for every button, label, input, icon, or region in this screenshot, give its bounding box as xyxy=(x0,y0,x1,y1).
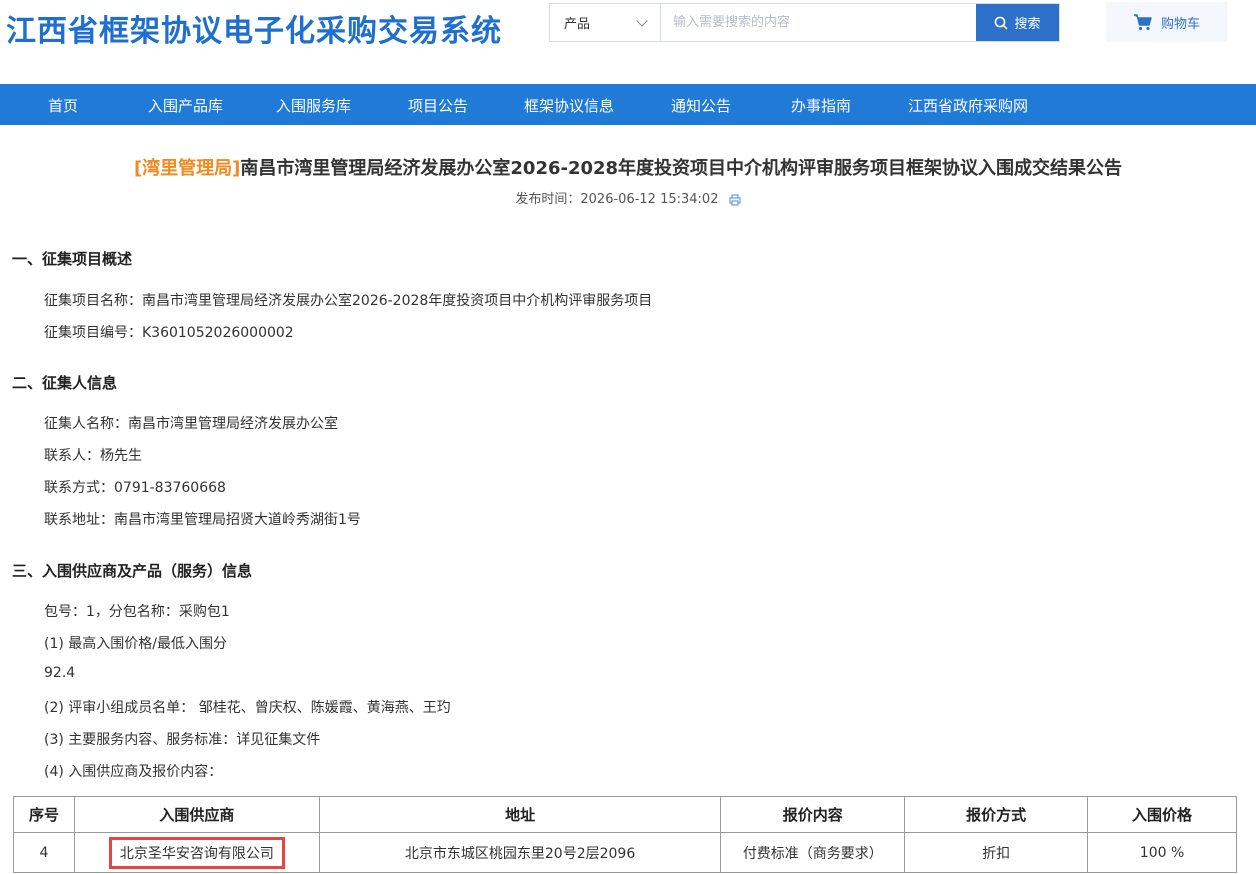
contact-phone-line: 联系方式：0791-83760668 xyxy=(44,480,226,496)
cell-price: 100 % xyxy=(1087,832,1237,873)
table-header-row: 序号 入围供应商 地址 报价内容 报价方式 入围价格 xyxy=(13,796,1237,833)
publish-time-value: 2026-06-12 15:34:02 xyxy=(580,192,719,207)
cell-quote-method: 折扣 xyxy=(904,832,1089,873)
cell-supplier: 北京圣华安咨询有限公司 xyxy=(73,832,320,873)
cart-label: 购物车 xyxy=(1160,16,1200,32)
section-heading-overview: 一、征集项目概述 xyxy=(12,250,133,268)
nav-item-gov-procurement[interactable]: 江西省政府采购网 xyxy=(908,95,1028,116)
search-type-value: 产品 xyxy=(564,17,591,32)
publish-time: 发布时间：2026-06-12 15:34:02 xyxy=(0,188,1256,207)
contact-address-line: 联系地址：南昌市湾里管理局招贤大道岭秀湖街1号 xyxy=(44,512,361,528)
search-type-select[interactable]: 产品 xyxy=(550,4,661,41)
col-header-quote-method: 报价方式 xyxy=(904,796,1089,833)
nav-item-framework-info[interactable]: 框架协议信息 xyxy=(524,95,614,116)
col-header-price: 入围价格 xyxy=(1087,796,1237,833)
min-score-value-line: 92.4 xyxy=(44,665,76,681)
service-content-line: (3) 主要服务内容、服务标准：详见征集文件 xyxy=(44,732,321,748)
print-icon[interactable] xyxy=(729,194,741,206)
nav-item-home[interactable]: 首页 xyxy=(48,95,78,116)
nav-item-project-notices[interactable]: 项目公告 xyxy=(408,95,468,116)
cart-icon xyxy=(1133,14,1152,31)
page-title: [湾里管理局]南昌市湾里管理局经济发展办公室2026-2028年度投资项目中介机… xyxy=(0,154,1256,180)
site-title[interactable]: 江西省框架协议电子化采购交易系统 xyxy=(6,6,502,50)
supplier-quote-intro-line: (4) 入围供应商及报价内容： xyxy=(44,764,223,780)
search-button-label: 搜索 xyxy=(1014,17,1041,32)
project-code-line: 征集项目编号：K3601052026000002 xyxy=(44,325,294,341)
search-icon xyxy=(995,16,1009,30)
section-heading-suppliers: 三、入围供应商及产品（服务）信息 xyxy=(12,562,253,580)
cell-index: 4 xyxy=(13,832,75,873)
project-name-line: 征集项目名称：南昌市湾里管理局经济发展办公室2026-2028年度投资项目中介机… xyxy=(44,293,653,309)
col-header-supplier: 入围供应商 xyxy=(73,796,320,833)
supplier-table: 序号 入围供应商 地址 报价内容 报价方式 入围价格 4 北京圣华安咨询有限公司… xyxy=(13,796,1237,873)
search-button[interactable]: 搜索 xyxy=(976,4,1059,41)
cell-quote-content: 付费标准（商务要求） xyxy=(720,832,906,873)
search-input[interactable] xyxy=(661,4,976,41)
publish-time-label: 发布时间： xyxy=(515,192,581,207)
chevron-down-icon xyxy=(636,14,648,27)
title-tag: [湾里管理局] xyxy=(133,158,241,179)
package-line: 包号：1，分包名称：采购包1 xyxy=(44,604,230,620)
review-panel-line: (2) 评审小组成员名单： 邹桂花、曾庆权、陈媛霞、黄海燕、王玓 xyxy=(44,700,451,716)
cart-button[interactable]: 购物车 xyxy=(1106,2,1227,42)
col-header-quote-content: 报价内容 xyxy=(720,796,906,833)
table-row: 4 北京圣华安咨询有限公司 北京市东城区桃园东里20号2层2096 付费标准（商… xyxy=(13,832,1237,873)
section-heading-collector: 二、征集人信息 xyxy=(12,374,118,392)
title-text: 南昌市湾里管理局经济发展办公室2026-2028年度投资项目中介机构评审服务项目… xyxy=(240,158,1123,179)
contact-person-line: 联系人：杨先生 xyxy=(44,448,142,464)
header: 江西省框架协议电子化采购交易系统 产品 搜索 购物车 xyxy=(0,0,1256,84)
main-nav: 首页 入围产品库 入围服务库 项目公告 框架协议信息 通知公告 办事指南 江西省… xyxy=(0,84,1256,125)
nav-item-service-library[interactable]: 入围服务库 xyxy=(276,95,351,116)
nav-item-guide[interactable]: 办事指南 xyxy=(791,95,851,116)
max-price-label-line: (1) 最高入围价格/最低入围分 xyxy=(44,636,227,652)
col-header-index: 序号 xyxy=(13,796,75,833)
col-header-address: 地址 xyxy=(318,796,722,833)
nav-item-announcements[interactable]: 通知公告 xyxy=(671,95,731,116)
search-bar: 产品 搜索 xyxy=(549,3,1060,42)
highlighted-supplier-name: 北京圣华安咨询有限公司 xyxy=(108,836,285,869)
collector-name-line: 征集人名称：南昌市湾里管理局经济发展办公室 xyxy=(44,416,338,432)
cell-address: 北京市东城区桃园东里20号2层2096 xyxy=(318,832,722,873)
nav-item-product-library[interactable]: 入围产品库 xyxy=(148,95,223,116)
